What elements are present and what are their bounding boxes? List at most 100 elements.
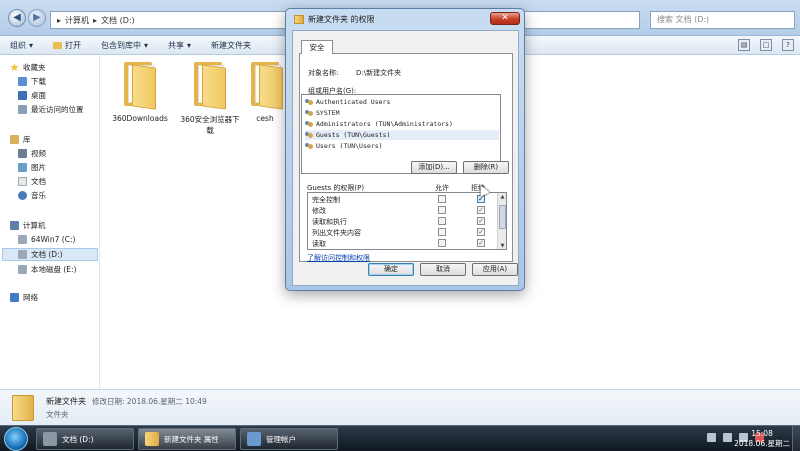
ok-button[interactable]: 确定	[368, 263, 414, 276]
folder-open-icon	[53, 41, 63, 49]
tab-security[interactable]: 安全	[301, 40, 333, 54]
user-accounts-icon	[247, 432, 261, 446]
allow-checkbox[interactable]	[438, 206, 446, 214]
user-group-icon	[305, 98, 313, 106]
group-name: Administrators (TUN\Administrators)	[316, 120, 453, 128]
allow-checkbox[interactable]	[438, 195, 446, 203]
chevron-right-icon: ▸	[57, 15, 62, 25]
file-name: 360Downloads	[112, 114, 168, 123]
file-item[interactable]: cesh	[245, 60, 285, 123]
organize-button[interactable]: 组织 ▾	[0, 40, 43, 51]
nav-label: 网络	[23, 293, 38, 302]
chevron-down-icon: ▾	[144, 40, 149, 50]
desktop-icon	[18, 91, 27, 100]
document-icon	[18, 177, 27, 186]
nav-downloads[interactable]: 下载	[18, 76, 46, 87]
permission-row: 读取 ✓	[308, 238, 498, 248]
open-button[interactable]: 打开	[43, 40, 91, 51]
folder-icon	[188, 60, 232, 110]
file-item[interactable]: 360Downloads	[105, 60, 175, 123]
nav-drive-d[interactable]: 文档 (D:)	[2, 248, 98, 261]
deny-checkbox[interactable]: ✓	[477, 217, 485, 225]
share-button[interactable]: 共享 ▾	[158, 40, 201, 51]
list-item-selected[interactable]: Guests (TUN\Guests)	[305, 130, 499, 140]
add-button[interactable]: 添加(D)...	[411, 161, 457, 174]
breadcrumb-computer[interactable]: 计算机	[65, 15, 89, 26]
list-item[interactable]: Authenticated Users	[305, 97, 499, 107]
taskbar-label: 文档 (D:)	[62, 434, 94, 444]
object-name-label: 对象名称:	[308, 69, 339, 77]
nav-libraries[interactable]: 库	[10, 134, 31, 145]
list-item[interactable]: Users (TUN\Users)	[305, 141, 499, 151]
back-button[interactable]: ◀	[8, 9, 26, 27]
file-item[interactable]: 360安全浏览器下载	[175, 60, 245, 136]
tray-icon[interactable]	[723, 433, 732, 442]
nav-music[interactable]: 音乐	[18, 190, 46, 201]
folder-icon	[118, 60, 162, 110]
access-control-help-link[interactable]: 了解访问控制和权限	[307, 253, 370, 263]
allow-checkbox[interactable]	[438, 217, 446, 225]
search-input[interactable]: 搜索 文档 (D:)	[650, 11, 795, 29]
permission-row: 完全控制 ✓	[308, 194, 498, 204]
list-item[interactable]: SYSTEM	[305, 108, 499, 118]
apply-button[interactable]: 应用(A)	[472, 263, 518, 276]
remove-button[interactable]: 删除(R)	[463, 161, 509, 174]
nav-pictures[interactable]: 图片	[18, 162, 46, 173]
forward-button[interactable]: ▶	[28, 9, 46, 27]
organize-label: 组织	[10, 40, 26, 50]
taskbar-item-properties[interactable]: 新建文件夹 属性	[138, 428, 236, 450]
view-options-icon[interactable]: ▤	[738, 39, 750, 51]
include-in-library-button[interactable]: 包含到库中 ▾	[91, 40, 158, 51]
group-name: Guests (TUN\Guests)	[316, 131, 391, 139]
details-pane: 新建文件夹 修改日期: 2018.06.星期二 10:49 文件夹	[0, 389, 800, 425]
nav-videos[interactable]: 视频	[18, 148, 46, 159]
close-button[interactable]: ✕	[490, 12, 520, 25]
clock[interactable]: 15:08 2018.06.星期二	[734, 429, 790, 449]
tray-icon[interactable]	[707, 433, 716, 442]
folder-icon	[12, 395, 34, 421]
file-name: 360安全浏览器下载	[180, 115, 240, 135]
list-item[interactable]: Administrators (TUN\Administrators)	[305, 119, 499, 129]
navigation-pane: 收藏夹 下载 桌面 最近访问的位置 库 视频 图片 文档 音乐 计算机 64Wi…	[0, 56, 100, 389]
chevron-down-icon: ▾	[187, 40, 192, 50]
nav-documents[interactable]: 文档	[18, 176, 46, 187]
video-icon	[18, 149, 27, 158]
show-desktop-button[interactable]	[792, 426, 800, 451]
nav-network[interactable]: 网络	[10, 292, 38, 303]
deny-checkbox[interactable]: ✓	[477, 239, 485, 247]
deny-checkbox[interactable]: ✓	[477, 206, 485, 214]
scroll-up-icon[interactable]: ▲	[498, 193, 506, 202]
user-group-icon	[305, 120, 313, 128]
scroll-down-icon[interactable]: ▼	[498, 242, 506, 249]
permissions-scrollbar[interactable]: ▲ ▼	[497, 193, 506, 249]
nav-desktop[interactable]: 桌面	[18, 90, 46, 101]
preview-pane-icon[interactable]: □	[760, 39, 772, 51]
file-name: cesh	[256, 114, 274, 123]
cancel-button[interactable]: 取消	[420, 263, 466, 276]
allow-checkbox[interactable]	[438, 239, 446, 247]
nav-label: 图片	[31, 163, 46, 172]
deny-checkbox[interactable]: ✓	[477, 228, 485, 236]
nav-drive-c[interactable]: 64Win7 (C:)	[18, 235, 75, 244]
nav-favorites[interactable]: 收藏夹	[10, 62, 46, 73]
allow-checkbox[interactable]	[438, 228, 446, 236]
taskbar-label: 管理帐户	[266, 434, 296, 444]
help-icon[interactable]: ?	[782, 39, 794, 51]
nav-drive-e[interactable]: 本地磁盘 (E:)	[18, 264, 77, 275]
details-modified: 修改日期: 2018.06.星期二 10:49	[92, 397, 207, 406]
new-folder-button[interactable]: 新建文件夹	[201, 40, 261, 51]
start-button[interactable]	[4, 427, 28, 451]
drive-icon	[18, 250, 27, 259]
taskbar-item-explorer[interactable]: 文档 (D:)	[36, 428, 134, 450]
nav-recent-places[interactable]: 最近访问的位置	[18, 104, 84, 115]
scroll-thumb[interactable]	[499, 205, 506, 229]
breadcrumb-drive-d[interactable]: 文档 (D:)	[101, 15, 135, 26]
search-placeholder: 搜索 文档 (D:)	[657, 15, 710, 24]
open-label: 打开	[65, 40, 82, 50]
star-icon	[10, 63, 19, 72]
nav-computer[interactable]: 计算机	[10, 220, 46, 231]
music-icon	[18, 191, 27, 200]
taskbar: 文档 (D:) 新建文件夹 属性 管理帐户 15:08 2018.06.星期二	[0, 425, 800, 451]
permission-name: 读取	[312, 240, 326, 248]
taskbar-item-manage-accounts[interactable]: 管理帐户	[240, 428, 338, 450]
